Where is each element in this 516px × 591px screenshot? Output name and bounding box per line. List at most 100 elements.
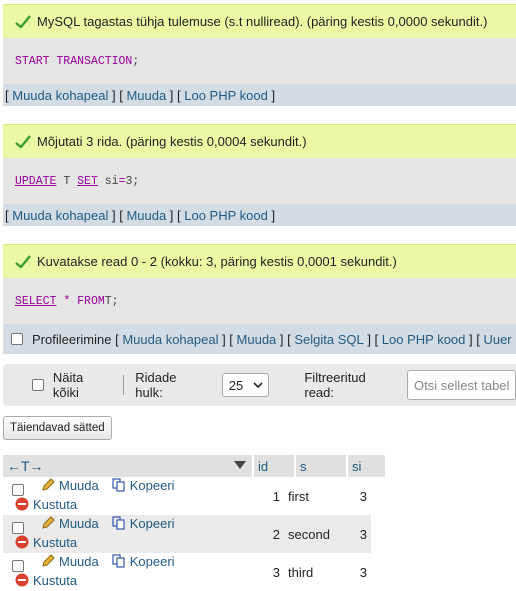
results-table: ←T→ id s si [3, 455, 387, 477]
column-header-id[interactable]: id [253, 455, 296, 477]
sql-keyword: SET [77, 174, 98, 188]
sql-keyword: FROM [77, 294, 105, 308]
row-count-select[interactable]: 25 [221, 373, 270, 397]
edit-label: Muuda [59, 553, 99, 569]
row-copy-action[interactable]: Kopeeri [111, 553, 175, 569]
sort-dropdown-icon[interactable] [234, 461, 246, 469]
copy-label: Kopeeri [129, 477, 175, 493]
copy-icon [112, 554, 125, 568]
extra-options-button[interactable]: Täiendavad sätted [3, 416, 112, 440]
edit-label: Muuda [59, 477, 99, 493]
show-all-checkbox[interactable] [32, 379, 44, 391]
edit-inline-link[interactable]: Muuda kohapeal [12, 208, 108, 223]
pencil-icon [42, 478, 55, 491]
create-php-link[interactable]: Loo PHP kood [184, 88, 268, 103]
edit-inline-link[interactable]: Muuda kohapeal [12, 88, 108, 103]
edit-inline-link[interactable]: Muuda kohapeal [122, 332, 218, 347]
arrows-icon[interactable]: ←T→ [7, 458, 44, 474]
row-edit-action[interactable]: Muuda [40, 477, 99, 493]
message-text: MySQL tagastas tühja tulemuse (s.t nulli… [37, 14, 488, 29]
sql-text: T; [104, 294, 119, 308]
cell-s[interactable]: third [284, 553, 334, 591]
query-result-block-1: MySQL tagastas tühja tulemuse (s.t nulli… [3, 4, 516, 106]
edit-link[interactable]: Muuda [126, 208, 166, 223]
edit-label: Muuda [59, 515, 99, 531]
copy-label: Kopeeri [129, 515, 175, 531]
row-checkbox[interactable] [12, 559, 24, 572]
query-links: [ Muuda kohapeal ] [ Muuda ] [ Loo PHP k… [3, 84, 516, 106]
sql-keyword: START TRANSACTION [15, 54, 133, 68]
delete-icon [15, 497, 29, 511]
row-actions: Muuda Kopeeri Kustuta [3, 477, 244, 515]
cell-id[interactable]: 2 [244, 515, 284, 553]
row-actions: Muuda Kopeeri Kustuta [3, 515, 244, 553]
table-navigation-toolbar: Näita kõiki Ridade hulk: 25 Filtreeritud… [3, 364, 516, 406]
cell-id[interactable]: 1 [244, 477, 284, 515]
table-row: Muuda Kopeeri Kustuta 1 first 3 [3, 477, 371, 515]
row-count-label: Ridade hulk: [135, 370, 177, 400]
sql-query: START TRANSACTION; [3, 38, 516, 84]
row-delete-action[interactable]: Kustuta [14, 496, 77, 512]
sql-text: ; [132, 54, 140, 68]
create-php-link[interactable]: Loo PHP kood [184, 208, 268, 223]
edit-link[interactable]: Muuda [237, 332, 277, 347]
row-edit-action[interactable]: Muuda [40, 515, 99, 531]
sql-keyword: UPDATE [15, 174, 57, 188]
filter-label: Filtreeritud read: [304, 370, 366, 400]
row-delete-action[interactable]: Kustuta [14, 572, 77, 588]
row-copy-action[interactable]: Kopeeri [111, 477, 175, 493]
row-count-value: 25 [228, 377, 244, 393]
divider [123, 375, 125, 395]
cell-s[interactable]: second [284, 515, 334, 553]
sql-text: 3; [125, 174, 140, 188]
cell-s[interactable]: first [284, 477, 334, 515]
row-actions: Muuda Kopeeri Kustuta [3, 553, 244, 591]
row-edit-action[interactable]: Muuda [40, 553, 99, 569]
message-text: Kuvatakse read 0 - 2 (kokku: 3, päring k… [37, 254, 397, 269]
delete-label: Kustuta [33, 534, 78, 550]
check-icon [15, 254, 31, 269]
chevron-down-icon [253, 382, 263, 388]
sql-query: UPDATE T SET si = 3; [3, 158, 516, 204]
delete-icon [15, 535, 29, 549]
create-php-link[interactable]: Loo PHP kood [382, 332, 466, 347]
cell-id[interactable]: 3 [244, 553, 284, 591]
table-row: Muuda Kopeeri Kustuta 2 second 3 [3, 515, 371, 553]
table-body: Muuda Kopeeri Kustuta 1 first 3 Muuda Kopeeri Ku… [3, 477, 371, 591]
sql-query: SELECT * FROM T; [3, 278, 516, 324]
profiling-label: Profileerimine [32, 331, 112, 347]
cell-si[interactable]: 3 [334, 477, 371, 515]
edit-link[interactable]: Muuda [126, 88, 166, 103]
row-copy-action[interactable]: Kopeeri [111, 515, 175, 531]
pencil-icon [42, 554, 55, 567]
check-icon [15, 14, 31, 29]
row-checkbox[interactable] [12, 483, 24, 496]
table-row: Muuda Kopeeri Kustuta 3 third 3 [3, 553, 371, 591]
message-text: Mõjutati 3 rida. (päring kestis 0,0004 s… [37, 134, 307, 149]
query-result-block-2: Mõjutati 3 rida. (päring kestis 0,0004 s… [3, 124, 516, 226]
filter-placeholder: Otsi sellest tabel [414, 377, 510, 393]
column-header-s[interactable]: s [295, 455, 348, 477]
cell-si[interactable]: 3 [334, 515, 371, 553]
filter-input[interactable]: Otsi sellest tabel [407, 370, 516, 400]
profiling-checkbox[interactable] [11, 333, 23, 345]
row-delete-action[interactable]: Kustuta [14, 534, 77, 550]
check-icon [15, 134, 31, 149]
cell-si[interactable]: 3 [334, 553, 371, 591]
copy-icon [112, 478, 125, 492]
results-rows: Muuda Kopeeri Kustuta 1 first 3 Muuda Kopeeri Ku… [3, 477, 371, 591]
delete-label: Kustuta [33, 496, 78, 512]
table-header: ←T→ id s si [3, 455, 387, 477]
success-message: Mõjutati 3 rida. (päring kestis 0,0004 s… [3, 124, 516, 158]
success-message: MySQL tagastas tühja tulemuse (s.t nulli… [3, 4, 516, 38]
copy-icon [112, 516, 125, 530]
success-message: Kuvatakse read 0 - 2 (kokku: 3, päring k… [3, 244, 516, 278]
explain-sql-link[interactable]: Selgita SQL [294, 332, 363, 347]
column-header-si[interactable]: si [347, 455, 387, 477]
sql-text: si [97, 174, 119, 188]
sql-text: T [56, 174, 78, 188]
row-checkbox[interactable] [12, 521, 24, 534]
delete-icon [15, 573, 29, 587]
column-header-actions: ←T→ [3, 455, 254, 477]
refresh-link[interactable]: Uuer [483, 332, 511, 347]
